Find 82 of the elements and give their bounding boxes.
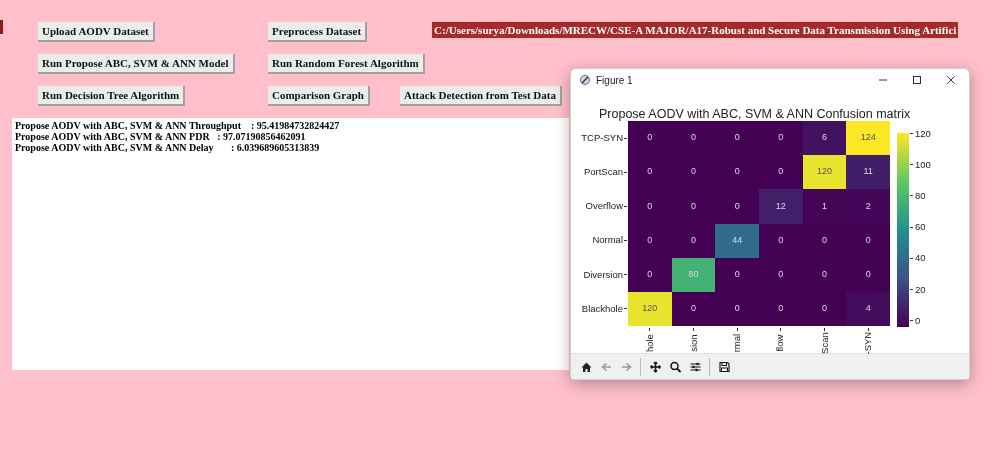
column-label: Scan bbox=[817, 332, 831, 354]
column-label: hole bbox=[642, 334, 656, 352]
action-button[interactable]: Preprocess Dataset bbox=[268, 22, 368, 43]
matrix-cell: 0 bbox=[759, 223, 803, 258]
window-title: Figure 1 bbox=[596, 73, 633, 88]
output-line: Propose AODV with ABC, SVM & ANN PDR : 97.07190856462091 bbox=[15, 131, 307, 142]
action-button[interactable]: Attack Detection from Test Data bbox=[400, 86, 562, 107]
matrix-cell: 0 bbox=[715, 189, 759, 224]
matrix-cell: 0 bbox=[671, 121, 716, 156]
path-label: C:/Users/surya/Downloads/MRECW/CSE-A MAJOR/A17-Robust and Secure Data Transmission Using Artifici bbox=[432, 22, 959, 38]
column-label: rmal bbox=[730, 333, 744, 353]
arrow-left-icon bbox=[599, 360, 613, 373]
row-label: Normal bbox=[592, 233, 623, 248]
matrix-cell: 0 bbox=[715, 257, 759, 292]
matrix-cell: 0 bbox=[715, 121, 759, 156]
matrix-cell: 0 bbox=[715, 291, 759, 326]
action-button[interactable]: Run Propose ABC, SVM & ANN Model bbox=[38, 54, 235, 75]
matrix-cell: 0 bbox=[628, 223, 672, 258]
matrix-cell: 0 bbox=[671, 155, 716, 190]
action-button[interactable]: Comparison Graph bbox=[268, 86, 370, 107]
matrix-cell: 0 bbox=[802, 257, 847, 292]
matrix-cell: 0 bbox=[802, 223, 847, 258]
row-label: PortScan bbox=[583, 165, 623, 180]
close-icon bbox=[945, 74, 957, 86]
action-button[interactable]: Upload AODV Dataset bbox=[38, 22, 155, 43]
home-icon bbox=[579, 360, 593, 373]
colorbar-tick-label: 20 bbox=[915, 283, 926, 296]
output-text-area[interactable]: Propose AODV with ABC, SVM & ANN Throughput : 95.41984732824427 Propose AODV with ABC, SVM & ANN PDR : 97.07190856462091 Propose AODV with ABC, SVM & ANN Delay : 6.039689605313839 bbox=[12, 118, 569, 370]
output-line: Propose AODV with ABC, SVM & ANN Throughput : 95.41984732824427 bbox=[15, 120, 341, 131]
colorbar-tick-label: 120 bbox=[915, 127, 931, 140]
matrix-cell: 0 bbox=[759, 121, 803, 156]
column-label: sion bbox=[686, 334, 700, 352]
matrix-cell: 0 bbox=[628, 257, 672, 292]
maximize-icon bbox=[911, 74, 923, 86]
matrix-cell: 0 bbox=[802, 291, 847, 326]
matrix-cell: 120 bbox=[628, 291, 672, 326]
colorbar-tick-label: 0 bbox=[915, 314, 921, 327]
colorbar-tick-label: 60 bbox=[915, 221, 926, 234]
save-icon bbox=[717, 360, 731, 373]
move-icon bbox=[648, 360, 662, 373]
matrix-cell: 0 bbox=[628, 189, 672, 224]
matrix-cell: 80 bbox=[671, 257, 716, 292]
output-line: Propose AODV with ABC, SVM & ANN Delay : 6.039689605313839 bbox=[15, 142, 321, 153]
close-button[interactable] bbox=[945, 74, 957, 86]
matrix-cell: 0 bbox=[759, 291, 803, 326]
arrow-right-icon bbox=[619, 360, 633, 373]
sliders-icon bbox=[688, 360, 702, 373]
action-button[interactable]: Run Decision Tree Algorithm bbox=[38, 86, 186, 107]
row-label: Overflow bbox=[585, 199, 623, 214]
matrix-cell: 0 bbox=[759, 155, 803, 190]
matrix-cell: 124 bbox=[846, 121, 890, 156]
search-icon bbox=[668, 360, 682, 373]
maximize-button[interactable] bbox=[911, 74, 923, 86]
colorbar-tick-label: 100 bbox=[915, 158, 931, 171]
row-label: Blackhole bbox=[581, 301, 623, 316]
matrix-cell: 4 bbox=[846, 291, 890, 326]
matrix-cell: 0 bbox=[628, 155, 672, 190]
row-label: Diversion bbox=[583, 267, 623, 282]
app-icon bbox=[579, 74, 591, 86]
edge-mark bbox=[0, 20, 3, 34]
matrix-cell: 0 bbox=[628, 121, 672, 156]
matrix-cell: 0 bbox=[671, 189, 716, 224]
colorbar-tick-label: 80 bbox=[915, 189, 926, 202]
matrix-cell: 0 bbox=[846, 257, 890, 292]
colorbar-tick-label: 40 bbox=[915, 252, 926, 265]
action-button[interactable]: Run Random Forest Algorithm bbox=[268, 54, 425, 75]
matrix-cell: 12 bbox=[759, 189, 803, 224]
matrix-cell: 1 bbox=[802, 189, 847, 224]
matrix-cell: 0 bbox=[846, 223, 890, 258]
matrix-cell: 120 bbox=[802, 155, 847, 190]
matrix-cell: 0 bbox=[759, 257, 803, 292]
matrix-cell: 6 bbox=[802, 121, 847, 156]
matrix-cell: 2 bbox=[846, 189, 890, 224]
column-label: flow bbox=[773, 334, 787, 352]
column-label: -SYN bbox=[861, 331, 875, 355]
matrix-cell: 0 bbox=[671, 291, 716, 326]
matrix-cell: 0 bbox=[671, 223, 716, 258]
matrix-cell: 0 bbox=[715, 155, 759, 190]
row-label: TCP-SYN bbox=[581, 130, 623, 145]
matrix-cell: 11 bbox=[846, 155, 890, 190]
plot-title: Propose AODV with ABC, SVM & ANN Confusion matrix bbox=[599, 106, 911, 123]
matrix-cell: 44 bbox=[715, 223, 759, 258]
